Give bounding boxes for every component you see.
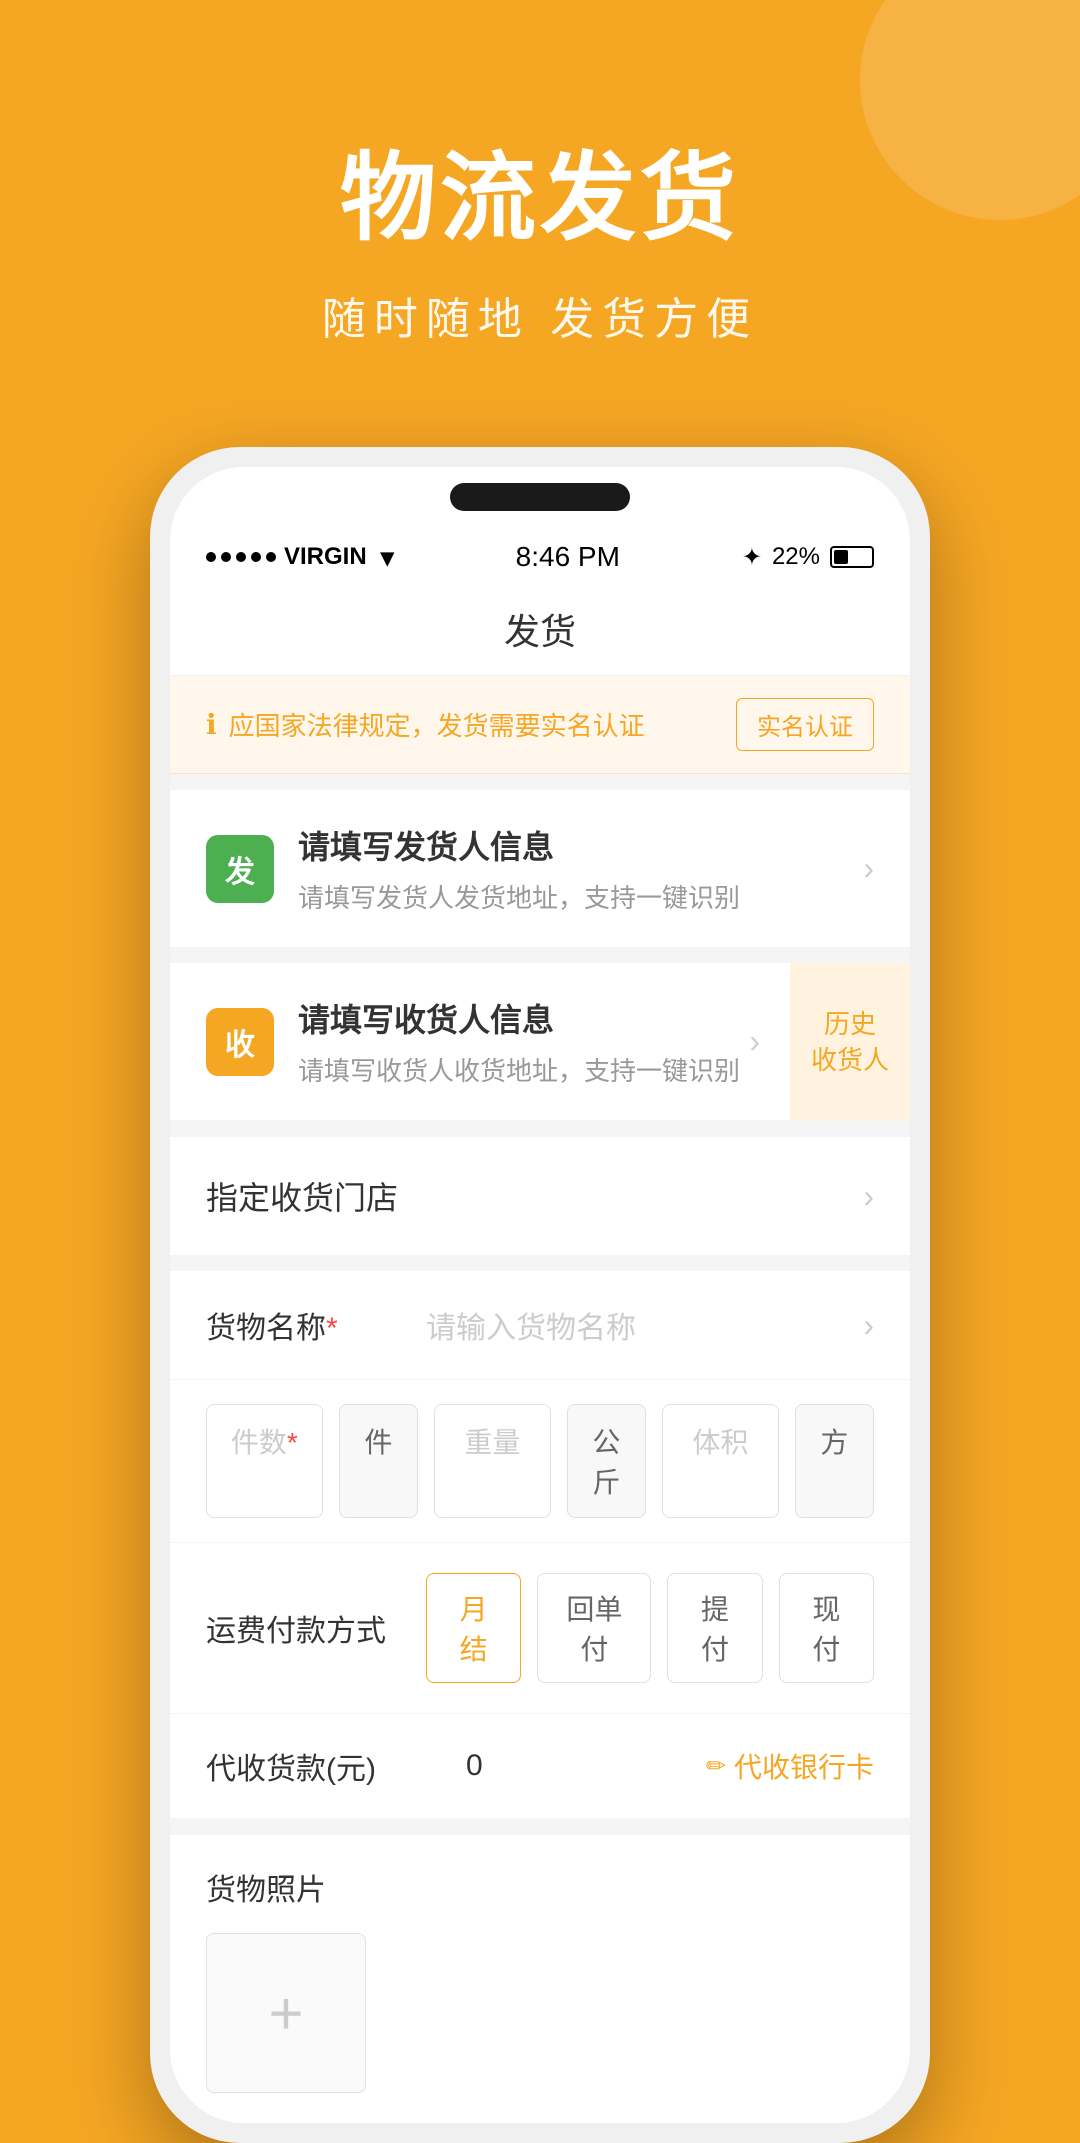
receiver-subtitle: 请填写收货人收货地址，支持一键识别: [298, 1051, 749, 1088]
volume-input[interactable]: 体积: [662, 1404, 779, 1518]
cod-bank-card-link[interactable]: ✏ 代收银行卡: [706, 1746, 874, 1786]
sender-icon: 发: [206, 835, 274, 903]
cod-label: 代收货款(元): [206, 1744, 466, 1788]
notice-banner: ℹ 应国家法律规定，发货需要实名认证 实名认证: [170, 676, 910, 774]
store-label: 指定收货门店: [206, 1173, 398, 1219]
goods-name-input[interactable]: 请输入货物名称: [426, 1303, 863, 1347]
goods-name-label: 货物名称*: [206, 1303, 426, 1347]
photo-label: 货物照片: [206, 1865, 874, 1909]
hero-subtitle: 随时随地 发货方便: [60, 283, 1020, 347]
status-left: VIRGIN ▾: [206, 542, 394, 573]
pencil-icon: ✏: [706, 1752, 726, 1781]
pay-option-monthly[interactable]: 月结: [426, 1573, 521, 1683]
photo-section: 货物照片 +: [170, 1835, 910, 2123]
store-chevron-icon: ›: [863, 1178, 874, 1215]
receiver-chevron-icon: ›: [749, 1023, 760, 1060]
bluetooth-icon: ✦: [742, 543, 762, 572]
receiver-card[interactable]: 收 请填写收货人信息 请填写收货人收货地址，支持一键识别 › 历史收货人: [170, 963, 910, 1121]
status-bar: VIRGIN ▾ 8:46 PM ✦ 22%: [170, 527, 910, 587]
quantity-input[interactable]: 件数*: [206, 1404, 323, 1518]
sender-title: 请填写发货人信息: [298, 822, 863, 868]
quantity-unit-btn[interactable]: 件: [339, 1404, 418, 1518]
cod-row: 代收货款(元) 0 ✏ 代收银行卡: [170, 1714, 910, 1819]
volume-unit-btn[interactable]: 方: [795, 1404, 874, 1518]
weight-unit-btn[interactable]: 公斤: [567, 1404, 646, 1518]
notice-icon: ℹ: [206, 708, 217, 741]
receiver-content: 请填写收货人信息 请填写收货人收货地址，支持一键识别: [298, 995, 749, 1088]
notice-message: 应国家法律规定，发货需要实名认证: [229, 706, 645, 743]
battery-icon: [830, 546, 874, 568]
store-row[interactable]: 指定收货门店 ›: [170, 1137, 910, 1255]
cod-link-label: 代收银行卡: [734, 1746, 874, 1786]
history-receiver-button[interactable]: 历史收货人: [790, 963, 910, 1121]
goods-name-row[interactable]: 货物名称* 请输入货物名称 ›: [170, 1271, 910, 1380]
app-content: ℹ 应国家法律规定，发货需要实名认证 实名认证 发 请填写发货人信息 请填写发货…: [170, 676, 910, 2123]
status-right: ✦ 22%: [742, 543, 874, 572]
phone-mockup: VIRGIN ▾ 8:46 PM ✦ 22% 发货: [150, 447, 930, 2143]
payment-options: 月结 回单付 提付 现付: [426, 1573, 874, 1683]
receiver-title: 请填写收货人信息: [298, 995, 749, 1041]
phone-outer-shell: VIRGIN ▾ 8:46 PM ✦ 22% 发货: [150, 447, 930, 2143]
notice-text: ℹ 应国家法律规定，发货需要实名认证: [206, 706, 645, 743]
sender-card[interactable]: 发 请填写发货人信息 请填写发货人发货地址，支持一键识别 ›: [170, 790, 910, 947]
battery-percent: 22%: [772, 543, 820, 571]
sender-subtitle: 请填写发货人发货地址，支持一键识别: [298, 878, 863, 915]
cod-value: 0: [466, 1749, 706, 1783]
signal-dots: [206, 552, 276, 562]
notch-bar: [170, 467, 910, 527]
goods-name-chevron-icon: ›: [863, 1307, 874, 1344]
payment-row: 运费付款方式 月结 回单付 提付 现付: [170, 1543, 910, 1714]
wifi-icon: ▾: [381, 542, 394, 573]
sender-content: 请填写发货人信息 请填写发货人发货地址，支持一键识别: [298, 822, 863, 915]
hero-title: 物流发货: [60, 120, 1020, 259]
sender-row[interactable]: 发 请填写发货人信息 请填写发货人发货地址，支持一键识别 ›: [170, 790, 910, 947]
carrier-label: VIRGIN: [284, 543, 367, 571]
pay-option-cash[interactable]: 现付: [779, 1573, 874, 1683]
pay-option-pickup[interactable]: 提付: [667, 1573, 762, 1683]
goods-form-card: 货物名称* 请输入货物名称 › 件数* 件 重量 公斤 体积: [170, 1271, 910, 1543]
pay-option-return[interactable]: 回单付: [537, 1573, 651, 1683]
phone-notch: [450, 483, 630, 511]
sender-chevron-icon: ›: [863, 850, 874, 887]
payment-label: 运费付款方式: [206, 1606, 386, 1650]
hero-section: 物流发货 随时随地 发货方便: [0, 0, 1080, 407]
units-row: 件数* 件 重量 公斤 体积 方: [170, 1380, 910, 1543]
weight-input[interactable]: 重量: [434, 1404, 551, 1518]
phone-screen: VIRGIN ▾ 8:46 PM ✦ 22% 发货: [170, 467, 910, 2123]
plus-icon: +: [268, 1979, 303, 2048]
status-time: 8:46 PM: [516, 541, 620, 573]
real-name-auth-button[interactable]: 实名认证: [736, 698, 874, 751]
app-nav-title: 发货: [170, 587, 910, 676]
receiver-icon: 收: [206, 1008, 274, 1076]
add-photo-button[interactable]: +: [206, 1933, 366, 2093]
